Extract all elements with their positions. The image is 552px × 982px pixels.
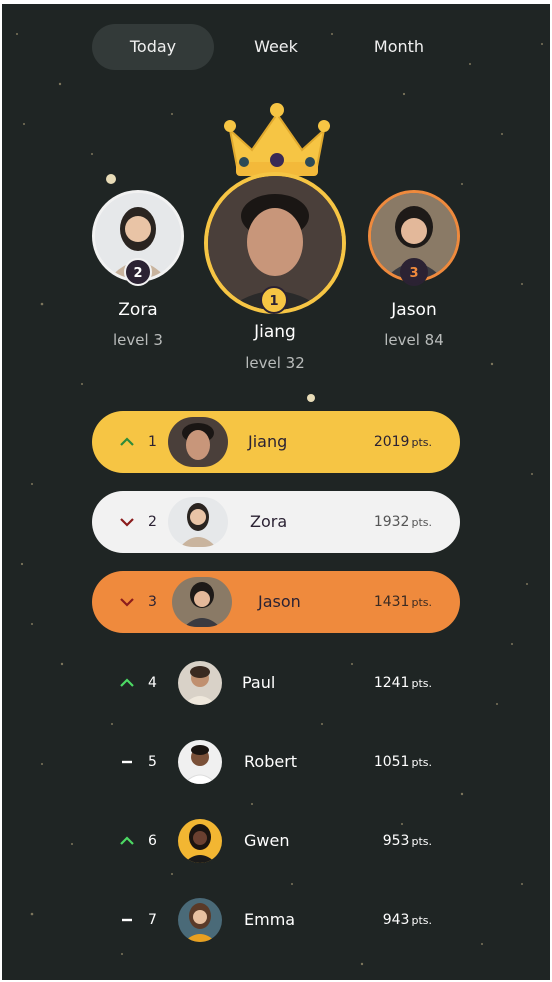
avatar: [168, 417, 228, 467]
leaderboard-row[interactable]: 5 Robert 1051 pts.: [92, 731, 460, 793]
avatar: [172, 577, 232, 627]
tab-today[interactable]: Today: [92, 24, 214, 70]
avatar: [178, 740, 222, 784]
rank-number: 6: [148, 833, 157, 849]
rank-badge-second: 2: [124, 258, 152, 286]
points-unit: pts.: [411, 756, 432, 769]
leaderboard-row[interactable]: 1 Jiang 2019 pts.: [92, 411, 460, 473]
rank-number: 4: [148, 675, 157, 691]
dash-icon: [122, 918, 132, 922]
player-name: Jason: [258, 592, 301, 611]
dash-icon: [122, 760, 132, 764]
tab-week[interactable]: Week: [216, 24, 336, 70]
points-unit: pts.: [411, 835, 432, 848]
leaderboard-screen: Today Week Month 2 Zora level 3 1 Jiang …: [2, 4, 550, 980]
points-unit: pts.: [411, 436, 432, 449]
podium-name-third: Jason: [391, 300, 437, 320]
player-points: 943 pts.: [383, 889, 432, 951]
crown-icon: [224, 103, 330, 176]
points-value: 1932: [373, 514, 410, 530]
player-points: 2019 pts.: [374, 411, 432, 473]
points-value: 1051: [373, 754, 410, 770]
rank-number: 2: [148, 514, 157, 530]
player-points: 1932 pts.: [374, 491, 432, 553]
podium-level-second: level 3: [113, 331, 163, 349]
points-unit: pts.: [411, 596, 432, 609]
avatar: [178, 819, 222, 863]
tab-month[interactable]: Month: [338, 24, 460, 70]
avatar: [168, 497, 228, 547]
chevron-down-icon: [120, 598, 134, 607]
points-value: 943: [382, 912, 410, 928]
period-tabs: Today Week Month: [2, 24, 550, 70]
points-unit: pts.: [411, 677, 432, 690]
player-name: Gwen: [244, 831, 290, 850]
chevron-down-icon: [120, 518, 134, 527]
points-value: 1431: [373, 594, 410, 610]
podium-level-third: level 84: [384, 331, 444, 349]
points-unit: pts.: [411, 516, 432, 529]
avatar: [178, 898, 222, 942]
player-name: Emma: [244, 910, 296, 929]
leaderboard-row[interactable]: 7 Emma 943 pts.: [92, 889, 460, 951]
podium-name-first: Jiang: [254, 322, 296, 342]
rank-number: 3: [148, 594, 157, 610]
player-points: 1241 pts.: [374, 652, 432, 714]
leaderboard-row[interactable]: 4 Paul 1241 pts.: [92, 652, 460, 714]
avatar: [178, 661, 222, 705]
points-value: 953: [382, 833, 410, 849]
chevron-up-icon: [120, 836, 134, 845]
rank-badge-first: 1: [260, 286, 288, 314]
chevron-up-icon: [120, 678, 134, 687]
rank-number: 7: [148, 912, 157, 928]
player-points: 1431 pts.: [374, 571, 432, 633]
player-name: Jiang: [248, 432, 288, 451]
leaderboard-row[interactable]: 3 Jason 1431 pts.: [92, 571, 460, 633]
rank-number: 5: [148, 754, 157, 770]
rank-number: 1: [148, 434, 157, 450]
player-name: Paul: [242, 673, 276, 692]
rank-badge-third: 3: [400, 258, 428, 286]
podium-level-first: level 32: [245, 354, 305, 372]
points-unit: pts.: [411, 914, 432, 927]
player-points: 953 pts.: [383, 810, 432, 872]
chevron-up-icon: [120, 437, 134, 446]
player-name: Zora: [250, 512, 288, 531]
player-points: 1051 pts.: [374, 731, 432, 793]
points-value: 1241: [373, 675, 410, 691]
player-name: Robert: [244, 752, 298, 771]
leaderboard-row[interactable]: 6 Gwen 953 pts.: [92, 810, 460, 872]
podium-name-second: Zora: [118, 300, 158, 320]
leaderboard-row[interactable]: 2 Zora 1932 pts.: [92, 491, 460, 553]
points-value: 2019: [373, 434, 410, 450]
